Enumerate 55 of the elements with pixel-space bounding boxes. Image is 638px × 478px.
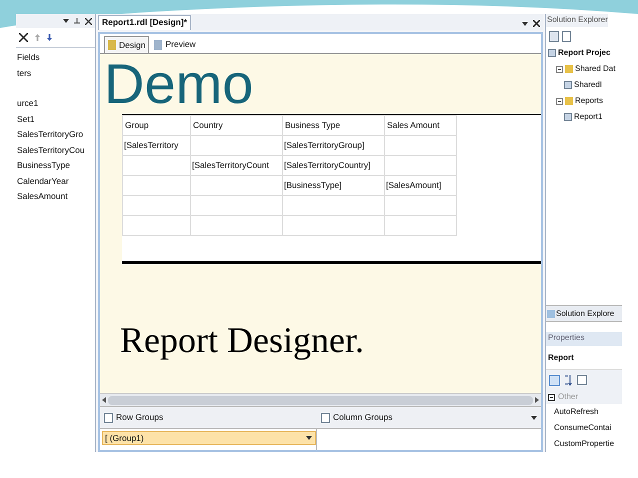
tree-item[interactable]: Reports xyxy=(575,95,604,107)
tree-item[interactable]: SharedI xyxy=(574,79,602,91)
down-arrow-icon[interactable] xyxy=(47,34,52,41)
category-label: Other xyxy=(558,391,578,403)
property-name[interactable]: AutoRefresh xyxy=(554,404,598,420)
slide-title: Demo xyxy=(104,58,254,110)
column-header: Group xyxy=(122,116,190,136)
table-cell: [BusinessType] xyxy=(282,176,384,196)
close-icon[interactable] xyxy=(533,20,540,27)
tree-item[interactable]: Shared Dat xyxy=(575,63,616,75)
tree-item[interactable]: BusinessType xyxy=(16,158,70,174)
sort-icon[interactable] xyxy=(564,374,573,386)
table-cell: [SalesTerritoryGroup] xyxy=(282,136,384,156)
panel-title: Solution Explorer xyxy=(546,14,608,27)
tree-item[interactable]: SalesTerritoryCou xyxy=(16,142,85,158)
column-header: Sales Amount xyxy=(384,116,456,136)
property-name[interactable]: ConsumeContai xyxy=(554,420,612,436)
scroll-left-icon[interactable] xyxy=(102,397,106,403)
tree-item[interactable]: Report Projec xyxy=(558,47,610,59)
tree-item[interactable]: urce1 xyxy=(16,96,38,112)
tree-item[interactable]: SalesAmount xyxy=(16,189,68,204)
pin-icon[interactable] xyxy=(74,18,80,24)
collapse-icon[interactable] xyxy=(556,66,563,72)
tree-item[interactable]: CalendarYear xyxy=(16,174,69,189)
tree-item[interactable]: Set1 xyxy=(16,112,34,127)
document-tab[interactable]: Report1.rdl [Design]* xyxy=(98,15,192,30)
column-header: Business Type xyxy=(282,116,384,136)
dropdown-icon[interactable] xyxy=(63,19,69,23)
row-groups-label: Row Groups xyxy=(116,411,164,424)
tree-item[interactable]: Report1 xyxy=(574,111,602,123)
scrollbar-thumb[interactable] xyxy=(108,396,533,404)
collapse-icon[interactable] xyxy=(556,98,563,104)
view-tab[interactable]: Preview xyxy=(151,36,199,53)
dropdown-icon[interactable] xyxy=(306,436,312,440)
table-cell: [SalesAmount] xyxy=(384,176,456,196)
scroll-right-icon[interactable] xyxy=(535,397,539,403)
dropdown-icon[interactable] xyxy=(522,22,528,26)
column-header: Country xyxy=(190,116,282,136)
slide-subtitle: Report Designer. xyxy=(120,319,364,362)
close-icon[interactable] xyxy=(85,18,92,24)
collapse-icon[interactable] xyxy=(548,394,555,400)
group-row[interactable]: [ (Group1) xyxy=(102,431,316,445)
view-tab[interactable]: Design xyxy=(104,36,150,53)
delete-icon[interactable] xyxy=(19,33,28,42)
tree-item[interactable]: Fields xyxy=(16,50,40,66)
tree-item[interactable]: ters xyxy=(16,66,32,81)
panel-title: Properties xyxy=(546,332,622,346)
tree-item[interactable]: SalesTerritoryGro xyxy=(16,127,84,142)
column-groups-label: Column Groups xyxy=(333,411,394,424)
table-cell: [SalesTerritoryCountry] xyxy=(282,156,384,176)
dropdown-icon[interactable] xyxy=(531,416,537,420)
table-cell: [SalesTerritory xyxy=(122,136,190,156)
property-name[interactable]: CustomPropertie xyxy=(554,436,614,452)
solution-explorer-tab[interactable]: Solution Explore xyxy=(546,305,622,322)
table-cell: [SalesTerritoryCount xyxy=(190,156,282,176)
